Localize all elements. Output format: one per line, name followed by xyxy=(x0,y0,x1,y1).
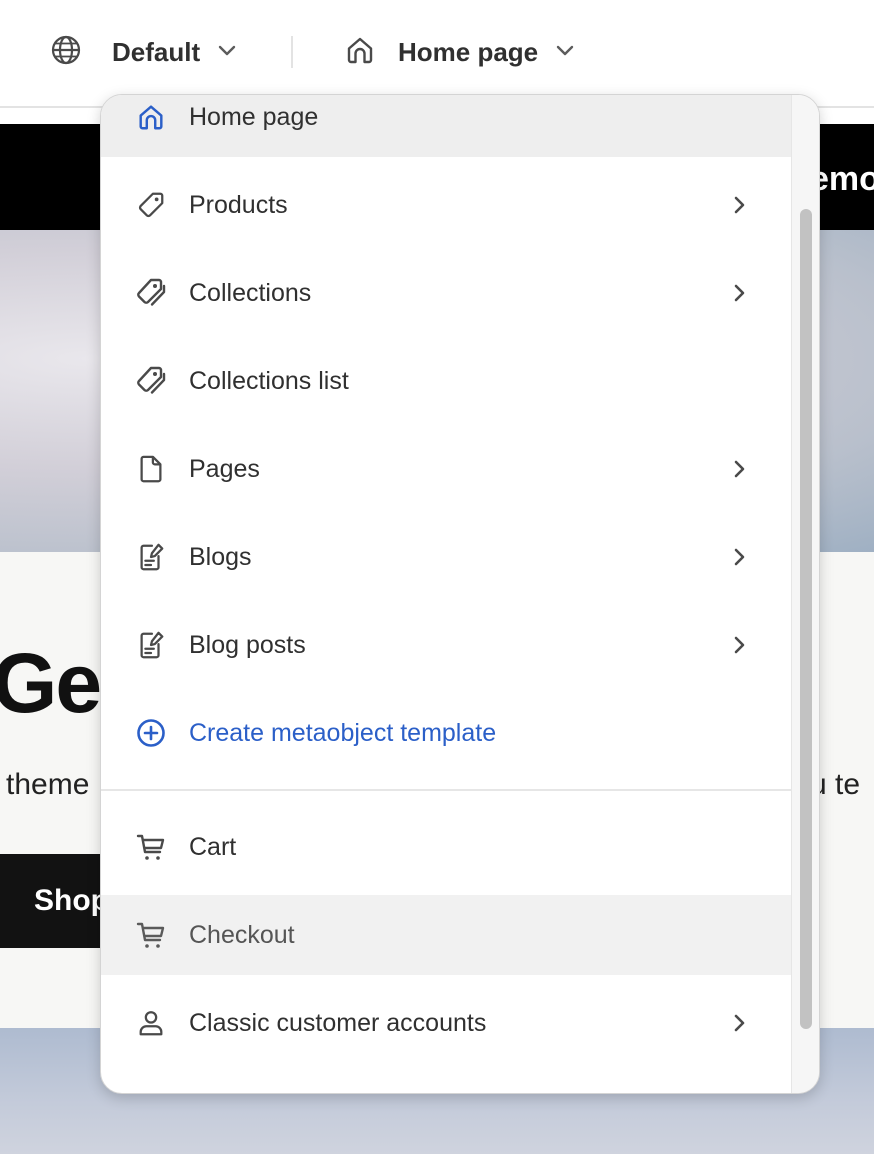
dropdown-scrollbar-thumb[interactable] xyxy=(800,209,812,1029)
dropdown-scrollbar-track[interactable] xyxy=(791,95,819,1093)
blog-icon xyxy=(135,541,167,573)
template-selector[interactable]: Home page xyxy=(344,30,576,74)
menu-item-classic-customer-accounts[interactable]: Classic customer accounts xyxy=(101,979,791,1067)
menu-item-cart[interactable]: Cart xyxy=(101,803,791,891)
menu-item-home-page[interactable]: Home page xyxy=(101,95,791,157)
language-label: Default xyxy=(112,36,201,67)
menu-item-blogs[interactable]: Blogs xyxy=(101,513,791,601)
menu-item-checkout[interactable]: Checkout xyxy=(101,895,791,975)
menu-item-label: Collections list xyxy=(189,366,349,395)
chevron-right-icon xyxy=(727,193,751,217)
chevron-right-icon xyxy=(727,281,751,305)
template-label: Home page xyxy=(398,36,539,67)
editor-topbar: Default Home page xyxy=(0,0,874,108)
globe-icon xyxy=(50,34,82,71)
person-icon xyxy=(135,1007,167,1039)
language-selector[interactable]: Default xyxy=(50,30,238,74)
chevron-right-icon xyxy=(727,457,751,481)
menu-item-label: Products xyxy=(189,190,288,219)
menu-item-blog-posts[interactable]: Blog posts xyxy=(101,601,791,689)
tags-icon xyxy=(135,277,167,309)
chevron-right-icon xyxy=(727,545,751,569)
chevron-right-icon xyxy=(727,1011,751,1035)
menu-item-label: Blogs xyxy=(189,542,252,571)
tag-icon xyxy=(135,189,167,221)
create-metaobject-template-link[interactable]: Create metaobject template xyxy=(101,689,791,777)
hero-subtitle: theme xyxy=(6,768,90,801)
menu-item-label: Cart xyxy=(189,832,237,861)
tags-icon xyxy=(135,365,167,397)
cart-icon xyxy=(135,919,167,951)
menu-item-label: Checkout xyxy=(189,920,295,949)
menu-item-label: Blog posts xyxy=(189,630,306,659)
menu-divider xyxy=(101,789,791,791)
menu-item-label: Collections xyxy=(189,278,312,307)
chevron-down-icon xyxy=(216,39,238,66)
menu-item-collections[interactable]: Collections xyxy=(101,249,791,337)
hero-shop-button-label: Shop xyxy=(34,884,109,917)
template-menu-list: Home page Products Collections Collectio… xyxy=(101,95,791,1093)
topbar-divider xyxy=(291,36,293,68)
menu-item-label: Home page xyxy=(189,102,319,131)
menu-item-label: Create metaobject template xyxy=(189,718,497,747)
template-dropdown: Home page Products Collections Collectio… xyxy=(100,94,820,1094)
home-icon xyxy=(344,34,376,71)
chevron-down-icon xyxy=(554,39,576,66)
chevron-right-icon xyxy=(727,633,751,657)
home-icon xyxy=(135,101,167,133)
menu-item-label: Pages xyxy=(189,454,260,483)
cart-icon xyxy=(135,831,167,863)
menu-item-label: Classic customer accounts xyxy=(189,1008,487,1037)
blog-icon xyxy=(135,629,167,661)
page-icon xyxy=(135,453,167,485)
plus-circle-icon xyxy=(135,717,167,749)
menu-item-collections-list[interactable]: Collections list xyxy=(101,337,791,425)
menu-item-products[interactable]: Products xyxy=(101,161,791,249)
menu-item-pages[interactable]: Pages xyxy=(101,425,791,513)
